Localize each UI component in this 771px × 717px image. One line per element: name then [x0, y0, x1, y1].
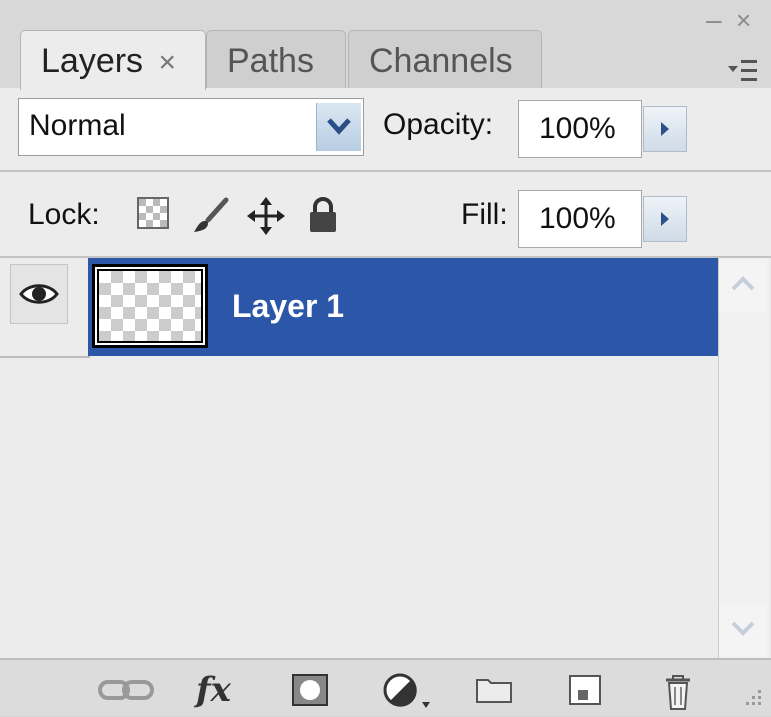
fill-label: Fill: — [461, 198, 508, 231]
fx-icon[interactable]: fx — [196, 672, 262, 708]
fx-label: fx — [196, 670, 231, 710]
layer-name[interactable]: Layer 1 — [232, 288, 344, 325]
close-panel-button[interactable]: × — [736, 6, 751, 34]
panel-menu-icon[interactable] — [728, 60, 758, 86]
opacity-input[interactable]: 100% — [518, 100, 642, 158]
add-mask-icon[interactable] — [290, 672, 330, 708]
tab-channels-label: Channels — [369, 42, 513, 80]
trash-icon[interactable] — [660, 672, 696, 710]
tab-paths[interactable]: Paths — [206, 30, 346, 88]
layer-row[interactable]: Layer 1 — [0, 258, 718, 358]
chevron-down-icon[interactable] — [316, 103, 361, 151]
lock-all-padlock-icon[interactable] — [306, 196, 346, 236]
link-layers-icon[interactable] — [96, 672, 156, 708]
lock-paint-brush-icon[interactable] — [190, 196, 230, 236]
lock-transparency-icon[interactable] — [136, 196, 176, 236]
blend-mode-select[interactable]: Normal — [18, 98, 364, 156]
tab-close-icon[interactable]: × — [159, 46, 177, 79]
layers-scrollbar[interactable] — [718, 258, 769, 658]
scroll-down-icon[interactable] — [719, 604, 767, 656]
layer-thumbnail[interactable] — [92, 264, 208, 348]
divider — [0, 356, 90, 358]
layers-list: Layer 1 — [0, 258, 718, 658]
fill-input[interactable]: 100% — [518, 190, 642, 248]
eye-icon[interactable] — [10, 264, 68, 324]
opacity-slider-button[interactable] — [643, 106, 687, 152]
minimize-button[interactable]: – — [706, 6, 722, 34]
fill-slider-button[interactable] — [643, 196, 687, 242]
resize-grip-icon[interactable] — [736, 686, 764, 710]
lock-label: Lock: — [28, 198, 100, 231]
tab-layers-label: Layers — [41, 42, 144, 80]
opacity-label: Opacity: — [383, 108, 494, 141]
tab-channels[interactable]: Channels — [348, 30, 542, 88]
scroll-up-icon[interactable] — [719, 260, 767, 312]
lock-position-move-icon[interactable] — [246, 196, 286, 236]
tab-paths-label: Paths — [227, 42, 314, 80]
new-group-folder-icon[interactable] — [474, 672, 514, 708]
bottom-toolbar: fx — [0, 658, 771, 716]
layers-panel: – × Paths Channels Layers × Normal Opaci… — [0, 0, 771, 716]
tab-layers[interactable]: Layers × — [20, 30, 206, 90]
adjustment-layer-icon[interactable] — [382, 672, 440, 708]
blend-mode-value: Normal — [29, 109, 126, 142]
new-layer-icon[interactable] — [566, 672, 606, 708]
divider — [0, 170, 771, 172]
